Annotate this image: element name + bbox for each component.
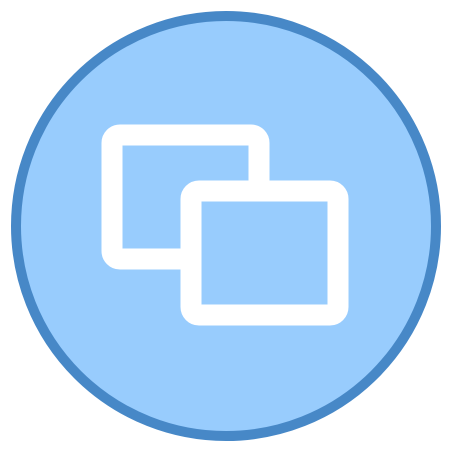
front-window-icon — [180, 180, 349, 326]
restore-windows-icon[interactable] — [0, 0, 452, 452]
icon-canvas — [0, 0, 452, 452]
